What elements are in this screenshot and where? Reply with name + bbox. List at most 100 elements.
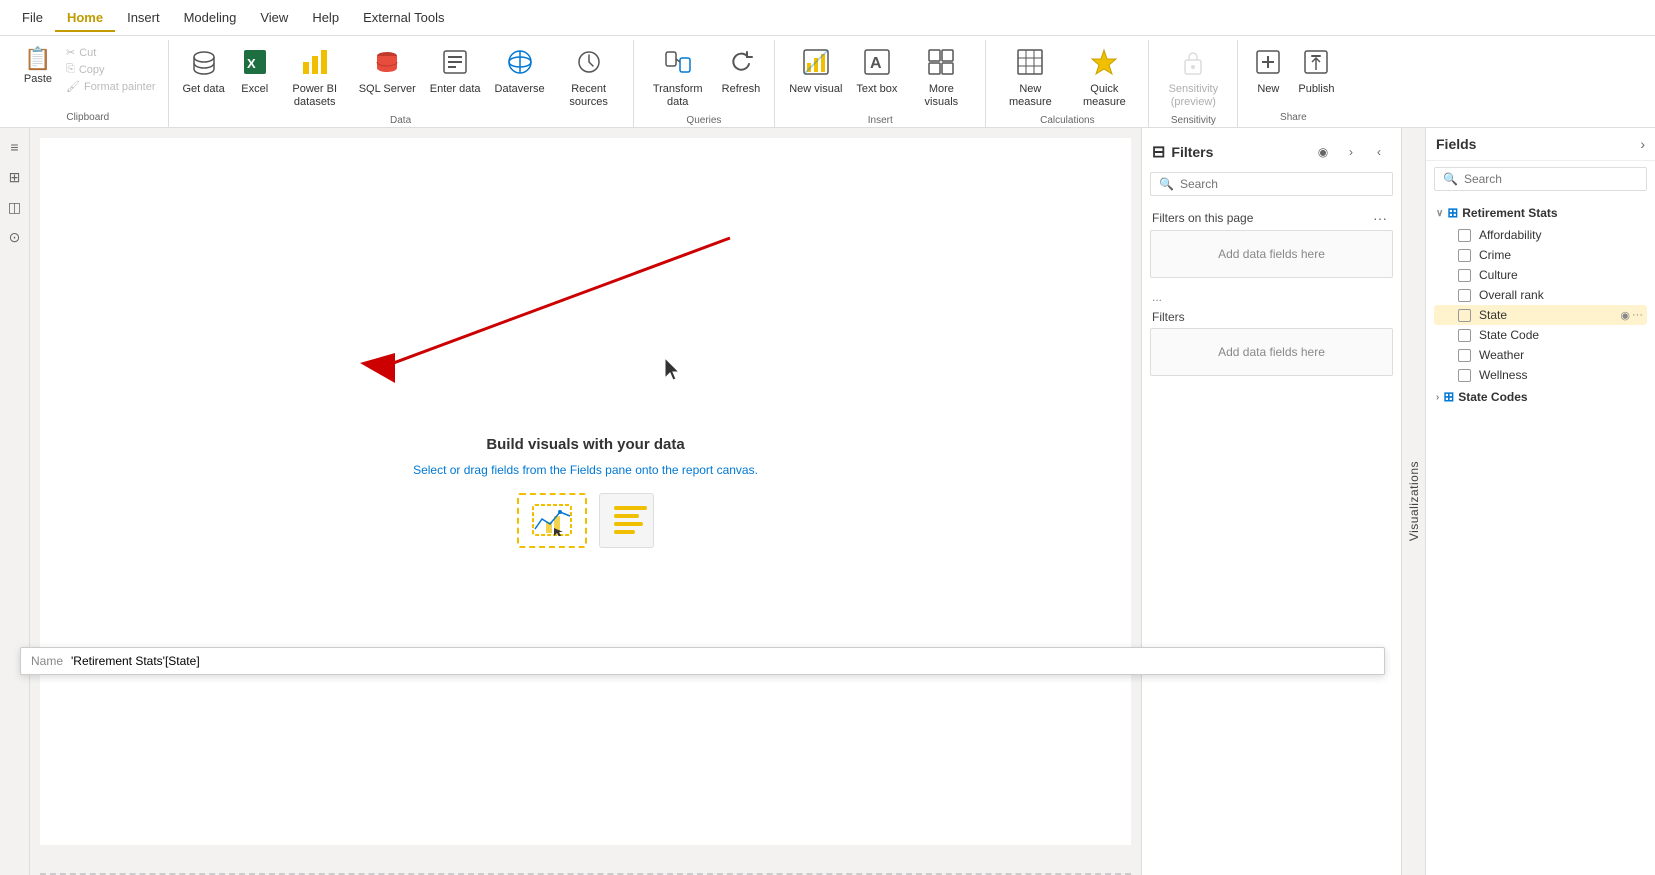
ribbon-group-clipboard: 📋 Paste ✂ Cut ⎘ Copy 🖌 Format painter C xyxy=(8,40,169,127)
dataverse-label: Dataverse xyxy=(495,83,545,96)
dataverse-icon xyxy=(506,48,534,80)
add-data-fields-label-2: Add data fields here xyxy=(1218,345,1325,359)
state-code-label: State Code xyxy=(1479,328,1539,342)
left-sidebar: ≡ ⊞ ◫ ⊙ xyxy=(0,128,30,875)
culture-checkbox[interactable] xyxy=(1458,269,1471,282)
new-measure-label: New measure xyxy=(1000,83,1060,109)
filters-title-text: Filters xyxy=(1171,144,1213,160)
insert-buttons: New visual A Text box More visuals xyxy=(783,40,977,113)
dataverse-button[interactable]: Dataverse xyxy=(489,44,551,100)
filters-back-button[interactable]: ‹ xyxy=(1367,140,1391,164)
new-measure-button[interactable]: New measure xyxy=(994,44,1066,113)
crime-checkbox[interactable] xyxy=(1458,249,1471,262)
visual-icons xyxy=(517,493,654,548)
new-measure-icon xyxy=(1016,48,1044,80)
sidebar-icon-1[interactable]: ≡ xyxy=(4,136,26,158)
filter-page-drop-zone[interactable]: Add data fields here xyxy=(1150,230,1393,278)
quick-measure-label: Quick measure xyxy=(1074,83,1134,109)
sidebar-icon-4[interactable]: ⊙ xyxy=(4,226,26,248)
build-visual-title: Build visuals with your data xyxy=(486,436,684,453)
canvas-content[interactable]: Build visuals with your data Select or d… xyxy=(40,138,1131,845)
canvas-area[interactable]: Build visuals with your data Select or d… xyxy=(30,128,1141,875)
field-item-state[interactable]: State ◉ ··· xyxy=(1434,305,1647,325)
filters-search-input[interactable] xyxy=(1180,177,1384,191)
tree-group-state-codes[interactable]: › ⊞ State Codes xyxy=(1434,385,1647,409)
cut-label: Cut xyxy=(79,47,96,59)
field-item-crime[interactable]: Crime xyxy=(1434,245,1647,265)
quick-measure-button[interactable]: Quick measure xyxy=(1068,44,1140,113)
text-box-label: Text box xyxy=(856,83,897,96)
field-item-overall-rank[interactable]: Overall rank xyxy=(1434,285,1647,305)
excel-button[interactable]: X Excel xyxy=(233,44,277,100)
menu-insert[interactable]: Insert xyxy=(115,4,172,31)
sql-server-button[interactable]: SQL Server xyxy=(353,44,422,100)
format-painter-button[interactable]: 🖌 Format painter xyxy=(62,78,160,95)
weather-checkbox[interactable] xyxy=(1458,349,1471,362)
filters-page-menu[interactable]: ··· xyxy=(1369,210,1391,226)
cut-button[interactable]: ✂ Cut xyxy=(62,44,160,61)
field-item-affordability[interactable]: Affordability xyxy=(1434,225,1647,245)
more-visuals-icon xyxy=(927,48,955,80)
subtitle-suffix: pane onto the report canvas. xyxy=(602,463,758,477)
new-visual-button[interactable]: New visual xyxy=(783,44,848,100)
funnel-icon: ⊟ xyxy=(1152,142,1165,162)
field-item-state-code[interactable]: State Code xyxy=(1434,325,1647,345)
menu-help[interactable]: Help xyxy=(300,4,351,31)
publish-icon xyxy=(1302,48,1330,80)
filters-eye-button[interactable]: ◉ xyxy=(1311,140,1335,164)
state-dots-icon[interactable]: ··· xyxy=(1632,309,1643,322)
format-painter-label: Format painter xyxy=(84,81,156,93)
recent-sources-button[interactable]: Recent sources xyxy=(553,44,625,113)
tree-group-retirement-stats[interactable]: ∨ ⊞ Retirement Stats xyxy=(1434,201,1647,225)
affordability-checkbox[interactable] xyxy=(1458,229,1471,242)
calculations-buttons: New measure Quick measure xyxy=(994,40,1140,113)
overall-rank-label: Overall rank xyxy=(1479,288,1544,302)
menu-file[interactable]: File xyxy=(10,4,55,31)
overall-rank-checkbox[interactable] xyxy=(1458,289,1471,302)
publish-button[interactable]: Publish xyxy=(1292,44,1340,100)
get-data-button[interactable]: Get data xyxy=(177,44,231,100)
wellness-label: Wellness xyxy=(1479,368,1527,382)
menu-modeling[interactable]: Modeling xyxy=(172,4,249,31)
share-group-label: Share xyxy=(1246,110,1340,127)
filters-forward-button[interactable]: › xyxy=(1339,140,1363,164)
more-visuals-button[interactable]: More visuals xyxy=(905,44,977,113)
queries-buttons: Transform data Refresh xyxy=(642,40,767,113)
copy-button[interactable]: ⎘ Copy xyxy=(62,61,160,78)
sidebar-icon-2[interactable]: ⊞ xyxy=(4,166,26,188)
fields-expand-icon[interactable]: › xyxy=(1640,136,1645,152)
fields-search-box[interactable]: 🔍 xyxy=(1434,167,1647,191)
paste-button[interactable]: 📋 Paste xyxy=(16,44,60,90)
fields-tree: ∨ ⊞ Retirement Stats Affordability Crime… xyxy=(1426,197,1655,875)
sidebar-icon-3[interactable]: ◫ xyxy=(4,196,26,218)
main-area: ≡ ⊞ ◫ ⊙ Build visuals with your data Sel… xyxy=(0,128,1655,875)
state-eye-icon[interactable]: ◉ xyxy=(1620,309,1630,322)
power-bi-datasets-button[interactable]: Power BI datasets xyxy=(279,44,351,113)
filter-drop-zone-2[interactable]: Add data fields here xyxy=(1150,328,1393,376)
refresh-button[interactable]: Refresh xyxy=(716,44,767,100)
affordability-label: Affordability xyxy=(1479,228,1541,242)
sensitivity-button[interactable]: Sensitivity (preview) xyxy=(1157,44,1229,113)
fields-search-input[interactable] xyxy=(1464,172,1638,186)
state-checkbox[interactable] xyxy=(1458,309,1471,322)
enter-data-button[interactable]: Enter data xyxy=(424,44,487,100)
state-code-checkbox[interactable] xyxy=(1458,329,1471,342)
field-item-weather[interactable]: Weather xyxy=(1434,345,1647,365)
visualizations-tab[interactable]: Visualizations xyxy=(1401,128,1425,875)
retirement-stats-label: Retirement Stats xyxy=(1462,206,1557,220)
text-box-button[interactable]: A Text box xyxy=(850,44,903,100)
menu-external-tools[interactable]: External Tools xyxy=(351,4,456,31)
menu-view[interactable]: View xyxy=(248,4,300,31)
filters-search-box[interactable]: 🔍 xyxy=(1150,172,1393,196)
transform-data-button[interactable]: Transform data xyxy=(642,44,714,113)
field-item-wellness[interactable]: Wellness xyxy=(1434,365,1647,385)
field-item-culture[interactable]: Culture xyxy=(1434,265,1647,285)
data-buttons: Get data X Excel Power BI datasets SQL S… xyxy=(177,40,625,113)
new-button[interactable]: New xyxy=(1246,44,1290,100)
ribbon-group-calculations: New measure Quick measure Calculations xyxy=(986,40,1149,127)
ribbon-group-share: New Publish Share xyxy=(1238,40,1348,127)
wellness-checkbox[interactable] xyxy=(1458,369,1471,382)
weather-label: Weather xyxy=(1479,348,1524,362)
menu-home[interactable]: Home xyxy=(55,4,115,31)
text-box-icon: A xyxy=(863,48,891,80)
